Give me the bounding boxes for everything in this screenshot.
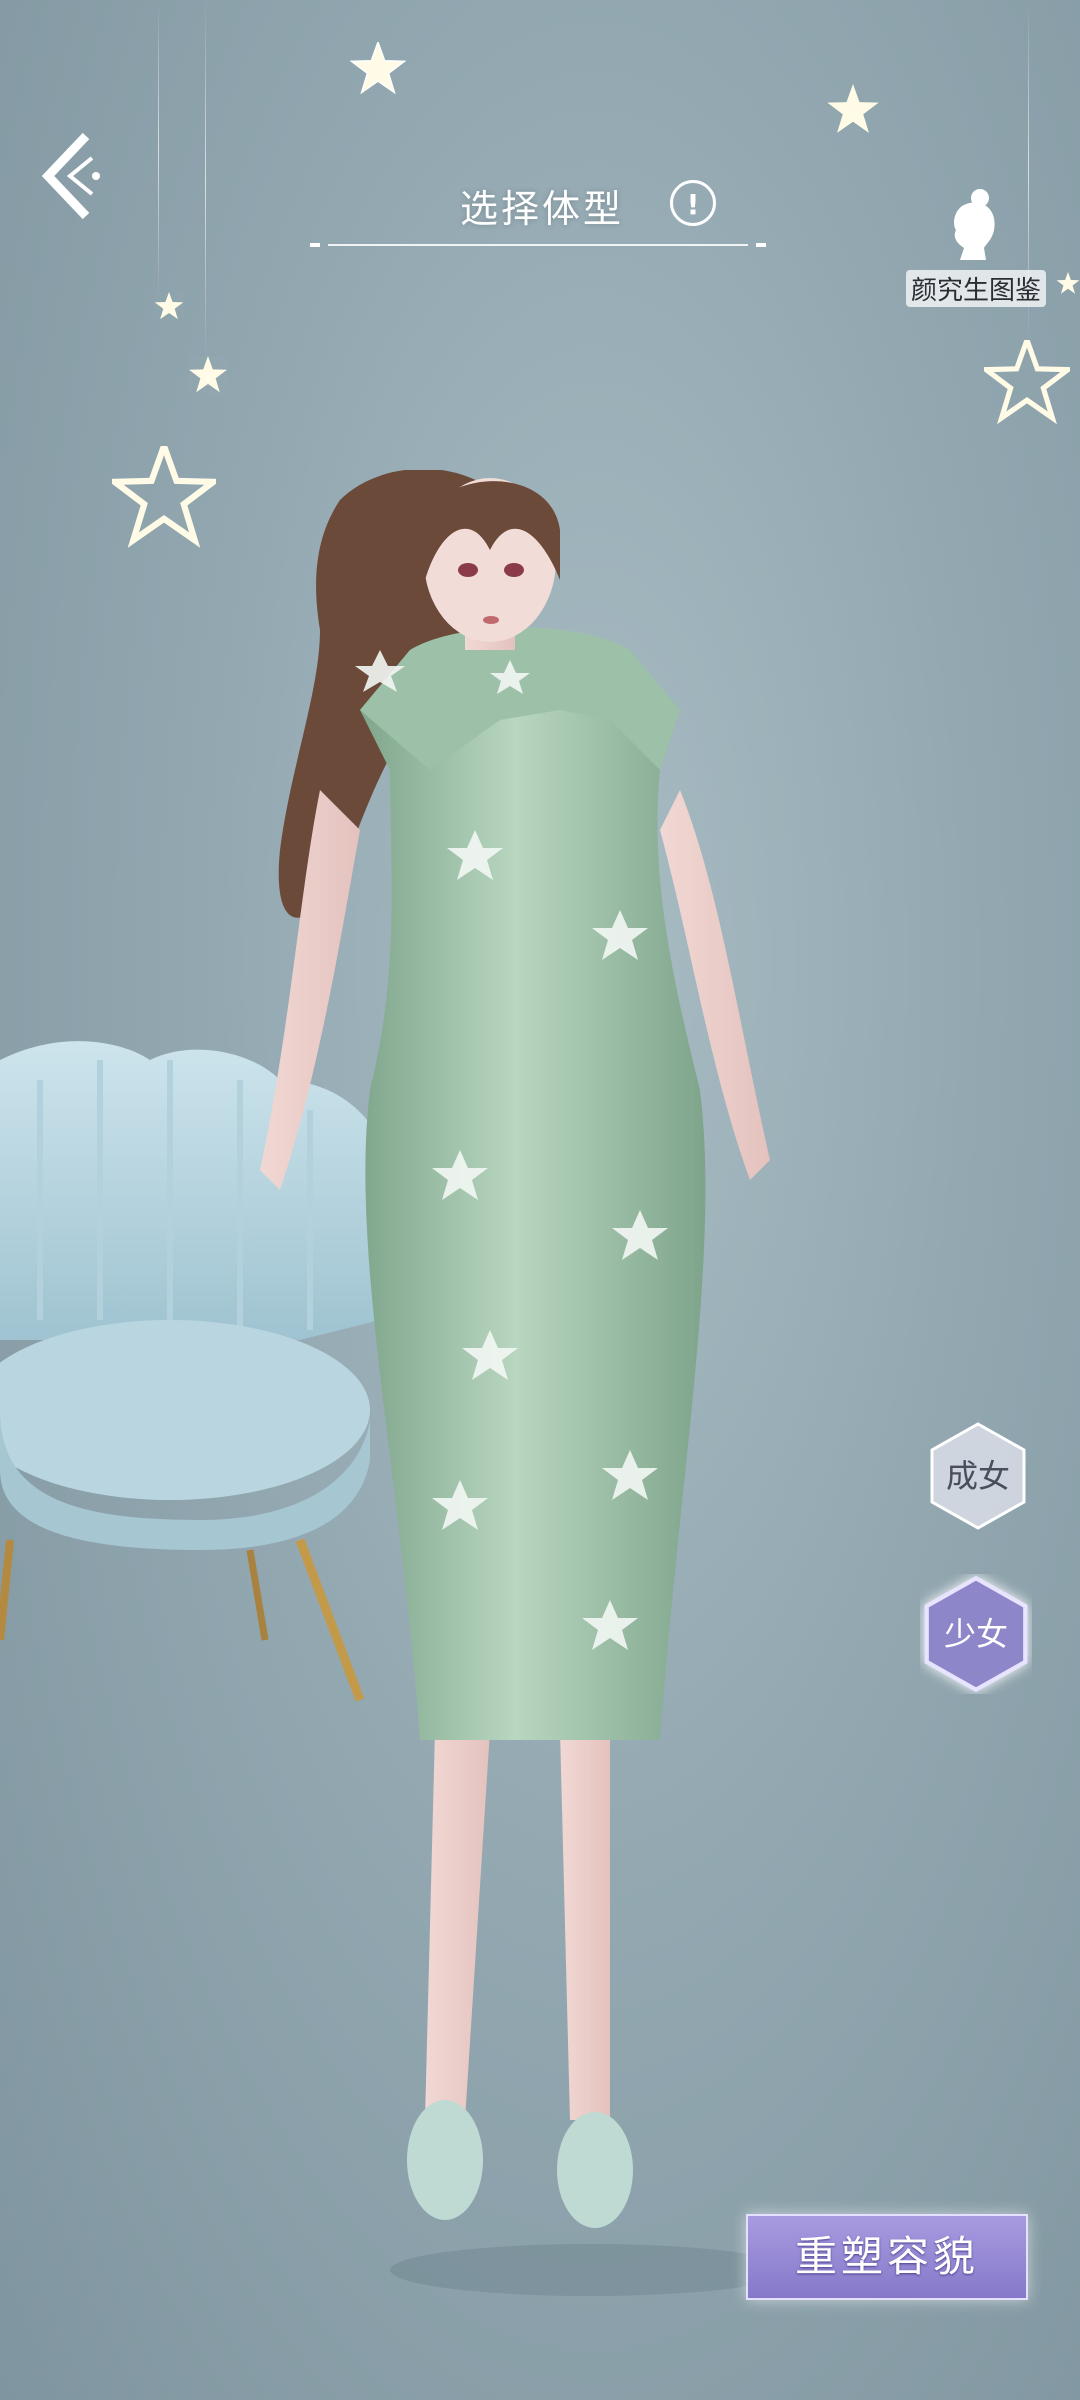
star-icon [984,340,1070,425]
appearance-guide-button[interactable]: 颜究生图鉴 [906,188,1046,308]
body-type-label: 成女 [945,1457,1010,1495]
star-icon [189,356,227,393]
character-model [260,470,790,2296]
star-icon [827,84,879,133]
female-profile-icon [954,189,995,260]
guide-label: 颜究生图鉴 [906,270,1046,307]
star-icon [350,42,406,95]
body-type-girl-button[interactable]: 少女 [920,1574,1028,1693]
info-button[interactable]: ! [670,180,716,226]
page-title: 选择体型 [460,187,625,231]
star-icon [154,292,184,320]
reshape-appearance-button[interactable]: 重塑容貌 [746,2214,1028,2300]
star-string [205,0,206,360]
star-icon [112,446,216,548]
back-button[interactable] [36,128,106,224]
body-type-adult-button[interactable]: 成女 [926,1420,1030,1532]
title-underline [310,243,766,247]
star-string [158,0,159,300]
page-title-bar: 选择体型 ! [330,178,730,248]
body-type-label: 少女 [943,1615,1008,1653]
reshape-label: 重塑容貌 [794,2232,979,2281]
back-arrow-icon [41,132,100,220]
star-icon [1056,272,1080,294]
